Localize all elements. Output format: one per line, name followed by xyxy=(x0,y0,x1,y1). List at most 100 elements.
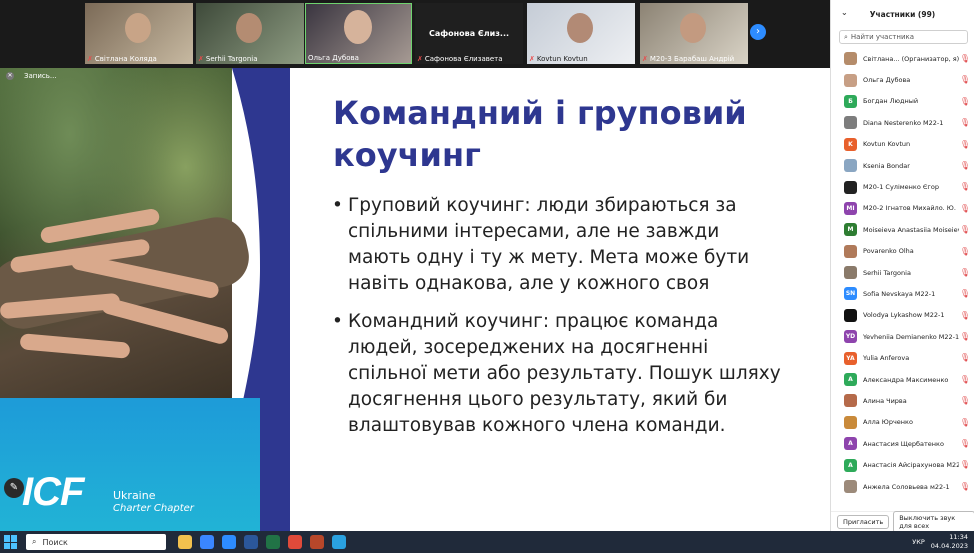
mic-muted-icon: ✗ xyxy=(198,55,204,63)
participant-row[interactable]: Світлана... (Организатор, я) 🎙 xyxy=(831,48,974,69)
participant-name: Yevheniia Demianenko M22-1 xyxy=(863,332,959,341)
avatar: M xyxy=(844,223,857,237)
mic-muted-icon: 🎙 xyxy=(959,481,970,491)
participant-name: Yulia Anferova xyxy=(863,354,910,363)
excel-icon[interactable] xyxy=(266,535,280,549)
avatar xyxy=(844,73,857,87)
participant-row[interactable]: A Анастасия Щербатенко 🎙 xyxy=(831,433,974,454)
hands-on-tree-photo xyxy=(0,68,255,398)
participant-row[interactable]: Анжела Соловьева м22-1 🎙 xyxy=(831,476,974,497)
participant-row[interactable]: M Moiseieva Anastasiia Moiseieva 🎙 xyxy=(831,219,974,240)
file-explorer-icon[interactable] xyxy=(178,535,192,549)
avatar xyxy=(844,244,857,258)
avatar: A xyxy=(844,373,857,387)
mic-muted-icon: 🎙 xyxy=(959,332,970,342)
participant-row[interactable]: SN Sofia Nevskaya M22-1 🎙 xyxy=(831,283,974,304)
recording-indicator[interactable]: ✕ Запись... xyxy=(6,72,57,80)
mic-muted-icon: 🎙 xyxy=(959,439,970,449)
mute-all-button[interactable]: Выключить звук для всех xyxy=(893,510,974,533)
participant-row[interactable]: Б Богдан Людный 🎙 xyxy=(831,91,974,112)
participants-panel: ⌄ Участники (99) ⌕ Найти участника Світл… xyxy=(830,0,974,533)
participant-row[interactable]: Алина Чирва 🎙 xyxy=(831,390,974,411)
participant-name: Diana Nesterenko M22-1 xyxy=(863,118,944,127)
zoom-icon[interactable] xyxy=(222,535,236,549)
avatar xyxy=(844,394,857,408)
participant-row[interactable]: Ольга Дубова 🎙 xyxy=(831,69,974,90)
video-tile[interactable]: Сафонова Єлиз... ✗ Сафонова Єлизавета xyxy=(415,3,523,64)
participant-row[interactable]: Volodya Lykashow M22-1 🎙 xyxy=(831,305,974,326)
participant-name: Александра Максименко xyxy=(863,375,949,384)
avatar xyxy=(844,159,857,173)
panel-header: ⌄ Участники (99) xyxy=(831,0,974,28)
avatar xyxy=(844,308,857,322)
taskbar-search[interactable]: ⌕ Поиск xyxy=(26,534,166,550)
mic-muted-icon: ✗ xyxy=(642,55,648,63)
participant-face xyxy=(567,13,593,43)
participant-name: Богдан Людный xyxy=(863,97,919,106)
participant-search-input[interactable]: ⌕ Найти участника xyxy=(839,30,968,44)
tile-name: Kovtun Kovtun xyxy=(536,55,588,63)
clock[interactable]: 11:34 04.04.2023 xyxy=(931,533,968,551)
avatar xyxy=(844,266,857,280)
participant-row[interactable]: Povarenko Olha 🎙 xyxy=(831,241,974,262)
mic-muted-icon: 🎙 xyxy=(959,118,970,128)
video-tile[interactable]: ✗ Світлана Коляда xyxy=(85,3,193,64)
participant-row[interactable]: Serhii Targonia 🎙 xyxy=(831,262,974,283)
avatar xyxy=(844,480,857,493)
mic-muted-icon: ✗ xyxy=(529,55,535,63)
participant-row[interactable]: YD Yevheniia Demianenko M22-1 🎙 xyxy=(831,326,974,347)
participant-name: Анастасия Щербатенко xyxy=(863,439,944,448)
windows-taskbar: ⌕ Поиск УКР 11:34 04.04.2023 xyxy=(0,531,974,553)
video-tile[interactable]: ✗ Serhii Targonia xyxy=(196,3,304,64)
avatar: K xyxy=(844,137,857,151)
participant-row[interactable]: Ksenia Bondar 🎙 xyxy=(831,155,974,176)
mic-muted-icon: 🎙 xyxy=(959,396,970,406)
participant-row[interactable]: K Kovtun Kovtun 🎙 xyxy=(831,134,974,155)
mail-icon[interactable] xyxy=(200,535,214,549)
zoom-window: ✗ Світлана Коляда ✗ Serhii Targonia Ольга … xyxy=(0,0,974,553)
mic-muted-icon: 🎙 xyxy=(959,267,970,277)
chevron-down-icon[interactable]: ⌄ xyxy=(841,8,848,17)
participant-name: Алина Чирва xyxy=(863,396,907,405)
logo-chapter: Charter Chapter xyxy=(113,503,194,514)
mic-muted-icon: 🎙 xyxy=(959,225,970,235)
participant-row[interactable]: YA Yulia Anferova 🎙 xyxy=(831,347,974,368)
video-tile-active-speaker[interactable]: Ольга Дубова xyxy=(305,3,412,64)
invite-button[interactable]: Пригласить xyxy=(837,514,890,529)
powerpoint-icon[interactable] xyxy=(310,535,324,549)
avatar xyxy=(844,180,857,194)
mic-muted-icon: 🎙 xyxy=(959,139,970,149)
participant-name: Ksenia Bondar xyxy=(863,161,910,170)
participant-row[interactable]: A Анастасія Айсірахунова M22-1 🎙 xyxy=(831,454,974,475)
tile-center-name: Сафонова Єлиз... xyxy=(428,29,510,38)
avatar: SN xyxy=(844,287,857,301)
chevron-right-icon[interactable]: › xyxy=(750,24,766,40)
clock-time: 11:34 xyxy=(949,533,968,541)
participant-row[interactable]: M20-1 Суліменко Єгор 🎙 xyxy=(831,176,974,197)
participant-row[interactable]: Алла Юрченко 🎙 xyxy=(831,412,974,433)
slide-bullet: Командний коучинг: працює команда людей,… xyxy=(332,309,782,439)
avatar xyxy=(844,415,857,429)
chrome-icon[interactable] xyxy=(288,535,302,549)
participant-row[interactable]: A Александра Максименко 🎙 xyxy=(831,369,974,390)
slide-title: Командний і груповий коучинг xyxy=(333,94,747,174)
lang-indicator[interactable]: УКР xyxy=(912,538,925,546)
participant-name: Povarenko Olha xyxy=(863,247,914,256)
participant-name: Алла Юрченко xyxy=(863,418,913,427)
video-tile[interactable]: ✗ Kovtun Kovtun xyxy=(527,3,635,64)
avatar xyxy=(844,52,857,66)
video-tile[interactable]: ✗ M20-3 Барабаш Андрій xyxy=(640,3,748,64)
participant-row[interactable]: Diana Nesterenko M22-1 🎙 xyxy=(831,112,974,133)
telegram-icon[interactable] xyxy=(332,535,346,549)
windows-start-icon[interactable] xyxy=(4,535,18,549)
icf-logo: ICF xyxy=(22,470,84,514)
participant-row[interactable]: MI M20-2 Ігнатов Михайло. Ю. 🎙 xyxy=(831,198,974,219)
participant-name: Ольга Дубова xyxy=(863,76,911,85)
mic-muted-icon: 🎙 xyxy=(959,54,970,63)
participant-name: Serhii Targonia xyxy=(863,268,911,277)
pen-icon[interactable]: ✎ xyxy=(4,478,24,498)
mic-muted-icon: ✗ xyxy=(417,55,423,63)
word-icon[interactable] xyxy=(244,535,258,549)
mic-muted-icon: 🎙 xyxy=(959,460,970,470)
tile-name: Ольга Дубова xyxy=(308,54,359,62)
